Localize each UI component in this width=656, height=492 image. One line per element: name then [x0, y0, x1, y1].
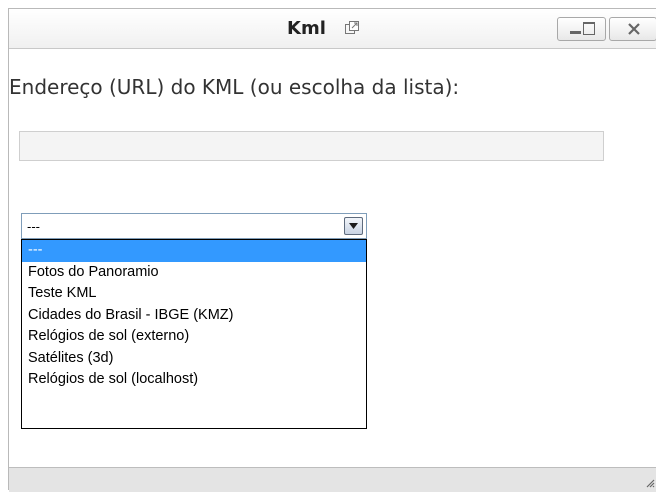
option-item[interactable]: Cidades do Brasil - IBGE (KMZ) — [22, 305, 366, 327]
minimize-maximize-button[interactable] — [557, 17, 606, 41]
minimize-icon — [570, 31, 581, 34]
chevron-down-icon — [349, 223, 358, 229]
close-icon — [628, 23, 640, 35]
option-item[interactable]: Relógios de sol (localhost) — [22, 369, 366, 391]
kml-list-select[interactable]: --- — [21, 213, 367, 239]
option-item[interactable]: Relógios de sol (externo) — [22, 326, 366, 348]
close-button[interactable] — [609, 17, 656, 41]
window-title: Kml — [287, 18, 326, 39]
dropdown-arrow-button[interactable] — [344, 217, 363, 235]
kml-url-input[interactable] — [19, 131, 604, 161]
status-bar — [9, 467, 656, 492]
title-bar[interactable]: Kml — [9, 9, 656, 49]
option-item[interactable]: --- — [22, 240, 366, 262]
option-item[interactable]: Teste KML — [22, 283, 366, 305]
select-options-list: --- Fotos do Panoramio Teste KML Cidades… — [21, 239, 367, 429]
url-label: Endereço (URL) do KML (ou escolha da lis… — [9, 75, 460, 99]
option-item[interactable]: Fotos do Panoramio — [22, 262, 366, 284]
popout-icon[interactable] — [344, 20, 360, 36]
select-current-value: --- — [27, 219, 40, 234]
resize-grip-icon[interactable] — [645, 478, 655, 488]
option-item[interactable]: Satélites (3d) — [22, 348, 366, 370]
maximize-icon — [583, 22, 595, 35]
kml-window: Kml Endereço (URL) do KML (ou escolha da… — [8, 8, 656, 492]
